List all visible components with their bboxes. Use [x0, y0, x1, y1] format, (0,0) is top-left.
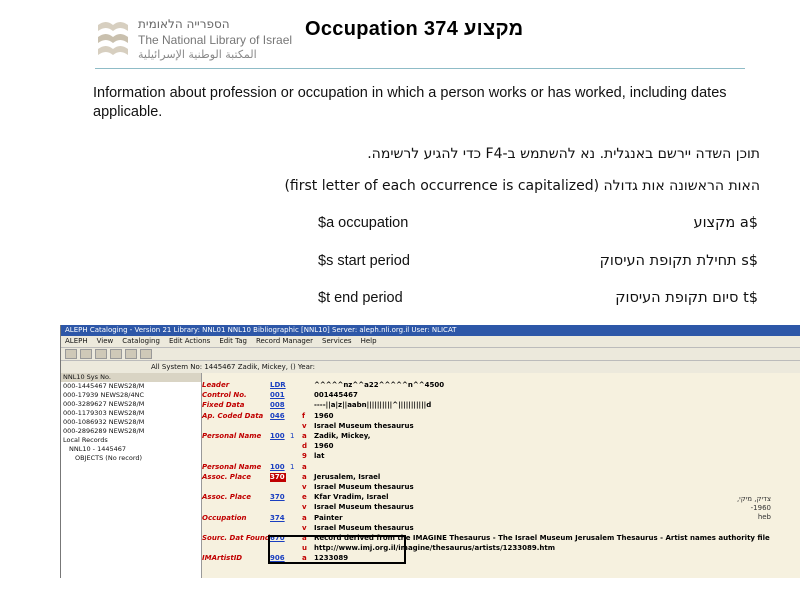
- menu-aleph[interactable]: ALEPH: [65, 336, 88, 347]
- field-value[interactable]: ----||a|z||aabn||||||||||^|||||||||||d: [314, 401, 431, 410]
- hebrew-name-line: 1960-: [750, 504, 771, 512]
- field-value[interactable]: 1960: [314, 442, 333, 451]
- field-value[interactable]: Israel Museum thesaurus: [314, 483, 414, 492]
- record-list-header: NNL10 Sys No.: [61, 373, 201, 382]
- subfield-code: v: [302, 483, 307, 491]
- field-tag: 001: [270, 391, 285, 400]
- field-label: Personal Name: [202, 432, 262, 440]
- aleph-cataloging-screenshot: ALEPH Cataloging - Version 21 Library: N…: [60, 325, 800, 578]
- toolbar-button[interactable]: [110, 349, 122, 359]
- subfield-code: e: [302, 493, 307, 502]
- field-label: Assoc. Place: [202, 472, 251, 481]
- field-tag: 008: [270, 401, 285, 410]
- field-value[interactable]: 001445467: [314, 391, 358, 400]
- list-item[interactable]: OBJECTS (No record): [61, 454, 201, 463]
- field-label: Sourc. Dat Found: [202, 534, 270, 542]
- logo-hebrew-text: הספרייה הלאומית: [138, 17, 230, 31]
- subfield-code: 9: [302, 452, 307, 461]
- subfield-s-hebrew: $s תחילת תקופת העיסוק: [599, 253, 758, 269]
- list-item[interactable]: 000-2896289 NEWS28/M: [61, 427, 201, 436]
- hebrew-name-line: צדיק, מיקי,: [736, 495, 771, 503]
- field-label: Ap. Coded Data: [202, 411, 264, 420]
- list-item[interactable]: 000-1445467 NEWS28/M: [61, 382, 201, 391]
- field-value[interactable]: Israel Museum thesaurus: [314, 422, 414, 431]
- hebrew-instruction: תוכן השדה יירשם באנגלית. נא להשתמש ב-F4 …: [367, 146, 760, 162]
- field-tag: 100: [270, 462, 285, 471]
- list-item[interactable]: 000-17939 NEWS28/4NC: [61, 391, 201, 400]
- field-label: Leader: [202, 381, 230, 389]
- field-value[interactable]: Kfar Vradim, Israel: [314, 493, 389, 502]
- field-tag: 046: [270, 411, 285, 420]
- field-value[interactable]: Israel Museum thesaurus: [314, 503, 414, 512]
- subfield-code: a: [302, 513, 307, 522]
- menu-help[interactable]: Help: [361, 336, 377, 347]
- toolbar-button[interactable]: [65, 349, 77, 359]
- toolbar-button[interactable]: [125, 349, 137, 359]
- list-item[interactable]: NNL10 - 1445467: [61, 445, 201, 454]
- open-book-logo-icon: [98, 22, 128, 55]
- menu-cataloging[interactable]: Cataloging: [122, 336, 160, 347]
- subfield-code: v: [302, 523, 307, 532]
- subfield-code: d: [302, 442, 308, 451]
- subfield-code: v: [302, 503, 307, 512]
- menu-edit-actions[interactable]: Edit Actions: [169, 336, 210, 347]
- menu-edit-tag[interactable]: Edit Tag: [219, 336, 247, 347]
- field-label: Control No.: [202, 391, 247, 400]
- field-value[interactable]: Jerusalem, Israel: [314, 473, 380, 482]
- toolbar-button[interactable]: [95, 349, 107, 359]
- list-item[interactable]: 000-1179303 NEWS28/M: [61, 409, 201, 418]
- list-item[interactable]: 000-1086932 NEWS28/M: [61, 418, 201, 427]
- field-tag: 370: [270, 493, 285, 502]
- record-editor-pane: Leader LDR ^^^^^nz^^a22^^^^^n^^4500 Control…: [202, 373, 800, 578]
- field-tag: LDR: [270, 381, 286, 389]
- field-label: Personal Name: [202, 462, 262, 471]
- field-value[interactable]: Zadik, Mickey,: [314, 432, 370, 441]
- field-tag: 374: [270, 513, 285, 522]
- logo-arabic-text: المكتبة الوطنية الإسرائيلية: [138, 48, 257, 61]
- menu-record-manager[interactable]: Record Manager: [256, 336, 313, 347]
- subfield-code: a: [302, 472, 307, 481]
- subfield-code: f: [302, 411, 306, 420]
- field-tag: 100: [270, 432, 285, 440]
- page-title: Occupation 374 מקצוע: [305, 18, 524, 40]
- subfield-code: a: [302, 432, 307, 440]
- field-label: Assoc. Place: [202, 493, 251, 502]
- subfield-s-english: $s start period: [318, 253, 410, 269]
- field-indicator: 1: [290, 462, 295, 471]
- menu-bar: ALEPH View Cataloging Edit Actions Edit …: [61, 336, 800, 348]
- library-logo: הספרייה הלאומית The National Library of …: [90, 15, 295, 65]
- field-label: Occupation: [202, 513, 247, 522]
- list-item[interactable]: 000-3289627 NEWS28/M: [61, 400, 201, 409]
- subfield-a-hebrew: $a מקצוע: [693, 215, 759, 231]
- toolbar-button[interactable]: [140, 349, 152, 359]
- menu-view[interactable]: View: [97, 336, 114, 347]
- field-value[interactable]: Painter: [314, 514, 343, 523]
- field-tag: 370: [270, 472, 286, 482]
- menu-services[interactable]: Services: [322, 336, 352, 347]
- subfield-t-hebrew: $t סיום תקופת העיסוק: [615, 290, 758, 306]
- hebrew-capitalization-note: האות הראשונה אות גדולה (first letter of …: [284, 178, 760, 194]
- logo-english-text: The National Library of Israel: [138, 33, 293, 47]
- subfield-t-english: $t end period: [318, 290, 403, 306]
- field-description: Information about profession or occupati…: [93, 85, 727, 120]
- subfield-code: a: [302, 462, 307, 471]
- field-label: Fixed Data: [202, 401, 245, 410]
- record-list-pane: NNL10 Sys No. 000-1445467 NEWS28/M 000-1…: [61, 373, 202, 578]
- field-value[interactable]: 1960: [314, 412, 333, 421]
- hebrew-name-variant: צדיק, מיקי, 1960- heb: [737, 495, 771, 522]
- list-item[interactable]: Local Records: [61, 436, 201, 445]
- window-title-bar: ALEPH Cataloging - Version 21 Library: N…: [61, 325, 800, 336]
- title-divider: [95, 68, 745, 69]
- field-indicator: 1: [290, 432, 295, 440]
- subfield-a-english: $a occupation: [318, 215, 409, 231]
- field-value[interactable]: Israel Museum thesaurus: [314, 524, 414, 533]
- hebrew-name-line: heb: [757, 513, 771, 521]
- subfield-code: v: [302, 421, 307, 430]
- field-label: IMArtistID: [202, 554, 243, 563]
- occupation-highlight-box: [268, 535, 406, 564]
- field-value[interactable]: lat: [314, 452, 324, 461]
- field-value[interactable]: ^^^^^nz^^a22^^^^^n^^4500: [314, 381, 444, 390]
- toolbar: [61, 348, 800, 361]
- toolbar-button[interactable]: [80, 349, 92, 359]
